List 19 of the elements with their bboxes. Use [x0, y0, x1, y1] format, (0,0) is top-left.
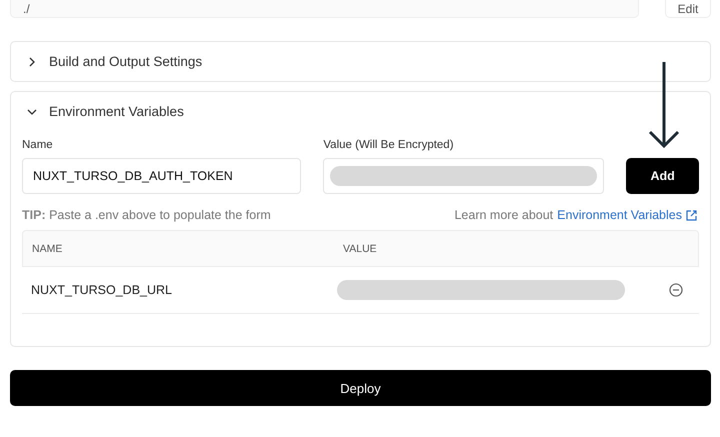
- external-link-icon: [686, 210, 697, 220]
- arrow-icon: [648, 61, 680, 149]
- table-cell-text: NUXT_TURSO_DB_URL: [31, 283, 174, 297]
- add-button[interactable]: Add: [626, 158, 699, 194]
- directory-field[interactable]: ./: [10, 0, 639, 18]
- field-label: Name: [22, 139, 54, 151]
- docs-link[interactable]: Environment Variables: [557, 208, 682, 222]
- edit-button[interactable]: Edit: [665, 0, 711, 18]
- deploy-button[interactable]: Deploy: [10, 370, 711, 406]
- column-header: VALUE: [343, 242, 378, 254]
- column-header: NAME: [32, 242, 64, 254]
- section-header[interactable]: Build and Output Settings: [11, 42, 710, 81]
- field-label: Value (Will Be Encrypted): [323, 139, 455, 151]
- value-input[interactable]: [323, 158, 604, 194]
- tip-text: TIP: Paste a .env above to populate the form: [22, 208, 271, 222]
- learn-more-text: Learn more about: [454, 208, 554, 222]
- section-header[interactable]: Environment Variables: [11, 92, 710, 131]
- remove-icon[interactable]: [669, 283, 683, 297]
- name-input[interactable]: NUXT_TURSO_DB_AUTH_TOKEN: [22, 158, 302, 194]
